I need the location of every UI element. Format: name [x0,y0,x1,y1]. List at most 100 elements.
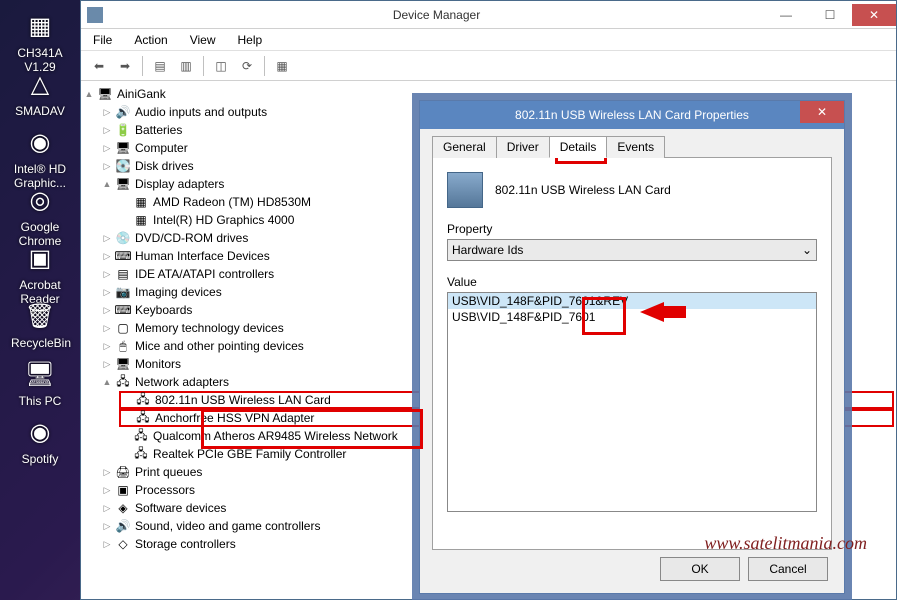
expander-icon[interactable]: ▷ [101,250,113,262]
device-category-icon: ⌨ [115,248,131,264]
maximize-button[interactable]: ☐ [808,4,852,26]
device-category-icon: ⌨ [115,302,131,318]
property-dropdown[interactable]: Hardware Ids ⌄ [447,239,817,261]
tree-node-label: Mice and other pointing devices [135,339,304,353]
tab-details[interactable]: Details [549,136,608,158]
expander-icon[interactable]: ▲ [101,178,113,190]
menu-action[interactable]: Action [128,31,173,49]
menu-file[interactable]: File [87,31,118,49]
expander-icon[interactable]: ▷ [101,502,113,514]
tree-node-label: Software devices [135,501,226,515]
tab-events[interactable]: Events [606,136,665,158]
expander-icon[interactable]: ▷ [101,520,113,532]
value-listbox[interactable]: USB\VID_148F&PID_7601&REVUSB\VID_148F&PI… [447,292,817,512]
app-icon [87,7,103,23]
desktop-shortcut[interactable]: ▣Acrobat Reader DC [11,240,69,294]
window-title: Device Manager [109,8,764,22]
expander-icon[interactable]: ▷ [101,142,113,154]
properties-dialog: 802.11n USB Wireless LAN Card Properties… [419,100,845,594]
tree-node-label: Anchorfree HSS VPN Adapter [155,411,314,425]
dialog-close-button[interactable]: ✕ [800,101,844,123]
expander-icon[interactable]: ▷ [101,340,113,352]
desktop-shortcut[interactable]: ◉Spotify [11,414,69,468]
expander-icon[interactable]: ▷ [101,304,113,316]
device-category-icon: 🖱 [115,338,131,354]
expander-icon[interactable]: ▷ [101,286,113,298]
dialog-titlebar[interactable]: 802.11n USB Wireless LAN Card Properties… [420,101,844,129]
device-category-icon: 📷 [115,284,131,300]
tree-node-label: Network adapters [135,375,229,389]
expander-icon[interactable]: ▷ [101,322,113,334]
menubar: File Action View Help [81,29,896,51]
uninstall-icon[interactable]: ▦ [270,54,294,78]
device-category-icon: ▢ [115,320,131,336]
desktop-shortcut[interactable]: ◎Google Chrome [11,182,69,236]
desktop-shortcut[interactable]: 🗑RecycleBin [11,298,69,352]
devices-printers-icon[interactable]: ▥ [174,54,198,78]
device-icon: 🖧 [135,410,151,426]
value-label: Value [447,275,817,289]
expander-icon[interactable]: ▷ [101,106,113,118]
device-category-icon: 🖨 [115,464,131,480]
show-hidden-icon[interactable]: ▤ [148,54,172,78]
menu-view[interactable]: View [184,31,222,49]
expander-icon[interactable]: ▲ [101,376,113,388]
toolbar: ⬅➡ ▤▥ ◫⟳ ▦ [81,51,896,81]
expander-icon[interactable]: ▷ [101,268,113,280]
desktop-shortcut[interactable]: ▦CH341A V1.29 [11,8,69,62]
ok-button[interactable]: OK [660,557,740,581]
desktop-shortcut[interactable]: 🖥This PC [11,356,69,410]
device-icon: 🖧 [135,392,151,408]
annotation-arrow-icon [640,302,664,322]
device-category-icon: 💽 [115,158,131,174]
device-category-icon: 🔋 [115,122,131,138]
device-category-icon: 🖥 [115,356,131,372]
tree-node-label: Monitors [135,357,181,371]
dialog-title: 802.11n USB Wireless LAN Card Properties [515,108,749,122]
properties-icon[interactable]: ◫ [209,54,233,78]
expander-icon[interactable]: ▷ [101,232,113,244]
device-category-icon: 🔊 [115,104,131,120]
update-driver-icon[interactable]: ⟳ [235,54,259,78]
tree-node-label: Computer [135,141,188,155]
menu-help[interactable]: Help [232,31,269,49]
minimize-button[interactable]: — [764,4,808,26]
expander-icon[interactable]: ▷ [101,160,113,172]
back-icon[interactable]: ⬅ [87,54,111,78]
device-category-icon: ▤ [115,266,131,282]
expander-icon[interactable]: ▷ [101,124,113,136]
tree-node-label: IDE ATA/ATAPI controllers [135,267,274,281]
separator [203,56,204,76]
close-button[interactable]: ✕ [852,4,896,26]
tree-node-label: AMD Radeon (TM) HD8530M [153,195,311,209]
desktop-shortcut[interactable]: ◉Intel® HD Graphic... [11,124,69,178]
cancel-button[interactable]: Cancel [748,557,828,581]
desktop-shortcut[interactable]: △SMADAV [11,66,69,120]
expander-icon[interactable]: ▷ [101,538,113,550]
device-icon: 🖧 [133,428,149,444]
tree-node-label: Keyboards [135,303,192,317]
separator [264,56,265,76]
value-list-item[interactable]: USB\VID_148F&PID_7601 [448,309,816,325]
tab-general[interactable]: General [432,136,497,158]
property-label: Property [447,222,817,236]
device-category-icon: ◈ [115,500,131,516]
expander-icon[interactable]: ▷ [101,484,113,496]
tree-node-label: Memory technology devices [135,321,284,335]
tree-node-label: Qualcomm Atheros AR9485 Wireless Network [153,429,398,443]
device-icon: ▦ [133,212,149,228]
tree-node-label: Human Interface Devices [135,249,270,263]
titlebar[interactable]: Device Manager — ☐ ✕ [81,1,896,29]
tree-node-label: Imaging devices [135,285,222,299]
forward-icon[interactable]: ➡ [113,54,137,78]
tree-node-label: 802.11n USB Wireless LAN Card [155,393,331,407]
tab-driver[interactable]: Driver [496,136,550,158]
expander-icon[interactable]: ▷ [101,358,113,370]
watermark-text: www.satelitmania.com [704,533,867,554]
device-icon: ▦ [133,194,149,210]
desktop-icons: ▦CH341A V1.29△SMADAV◉Intel® HD Graphic..… [0,0,80,600]
device-category-icon: 💿 [115,230,131,246]
tree-node-label: Sound, video and game controllers [135,519,320,533]
expander-icon[interactable]: ▷ [101,466,113,478]
value-list-item[interactable]: USB\VID_148F&PID_7601&REV [448,293,816,309]
